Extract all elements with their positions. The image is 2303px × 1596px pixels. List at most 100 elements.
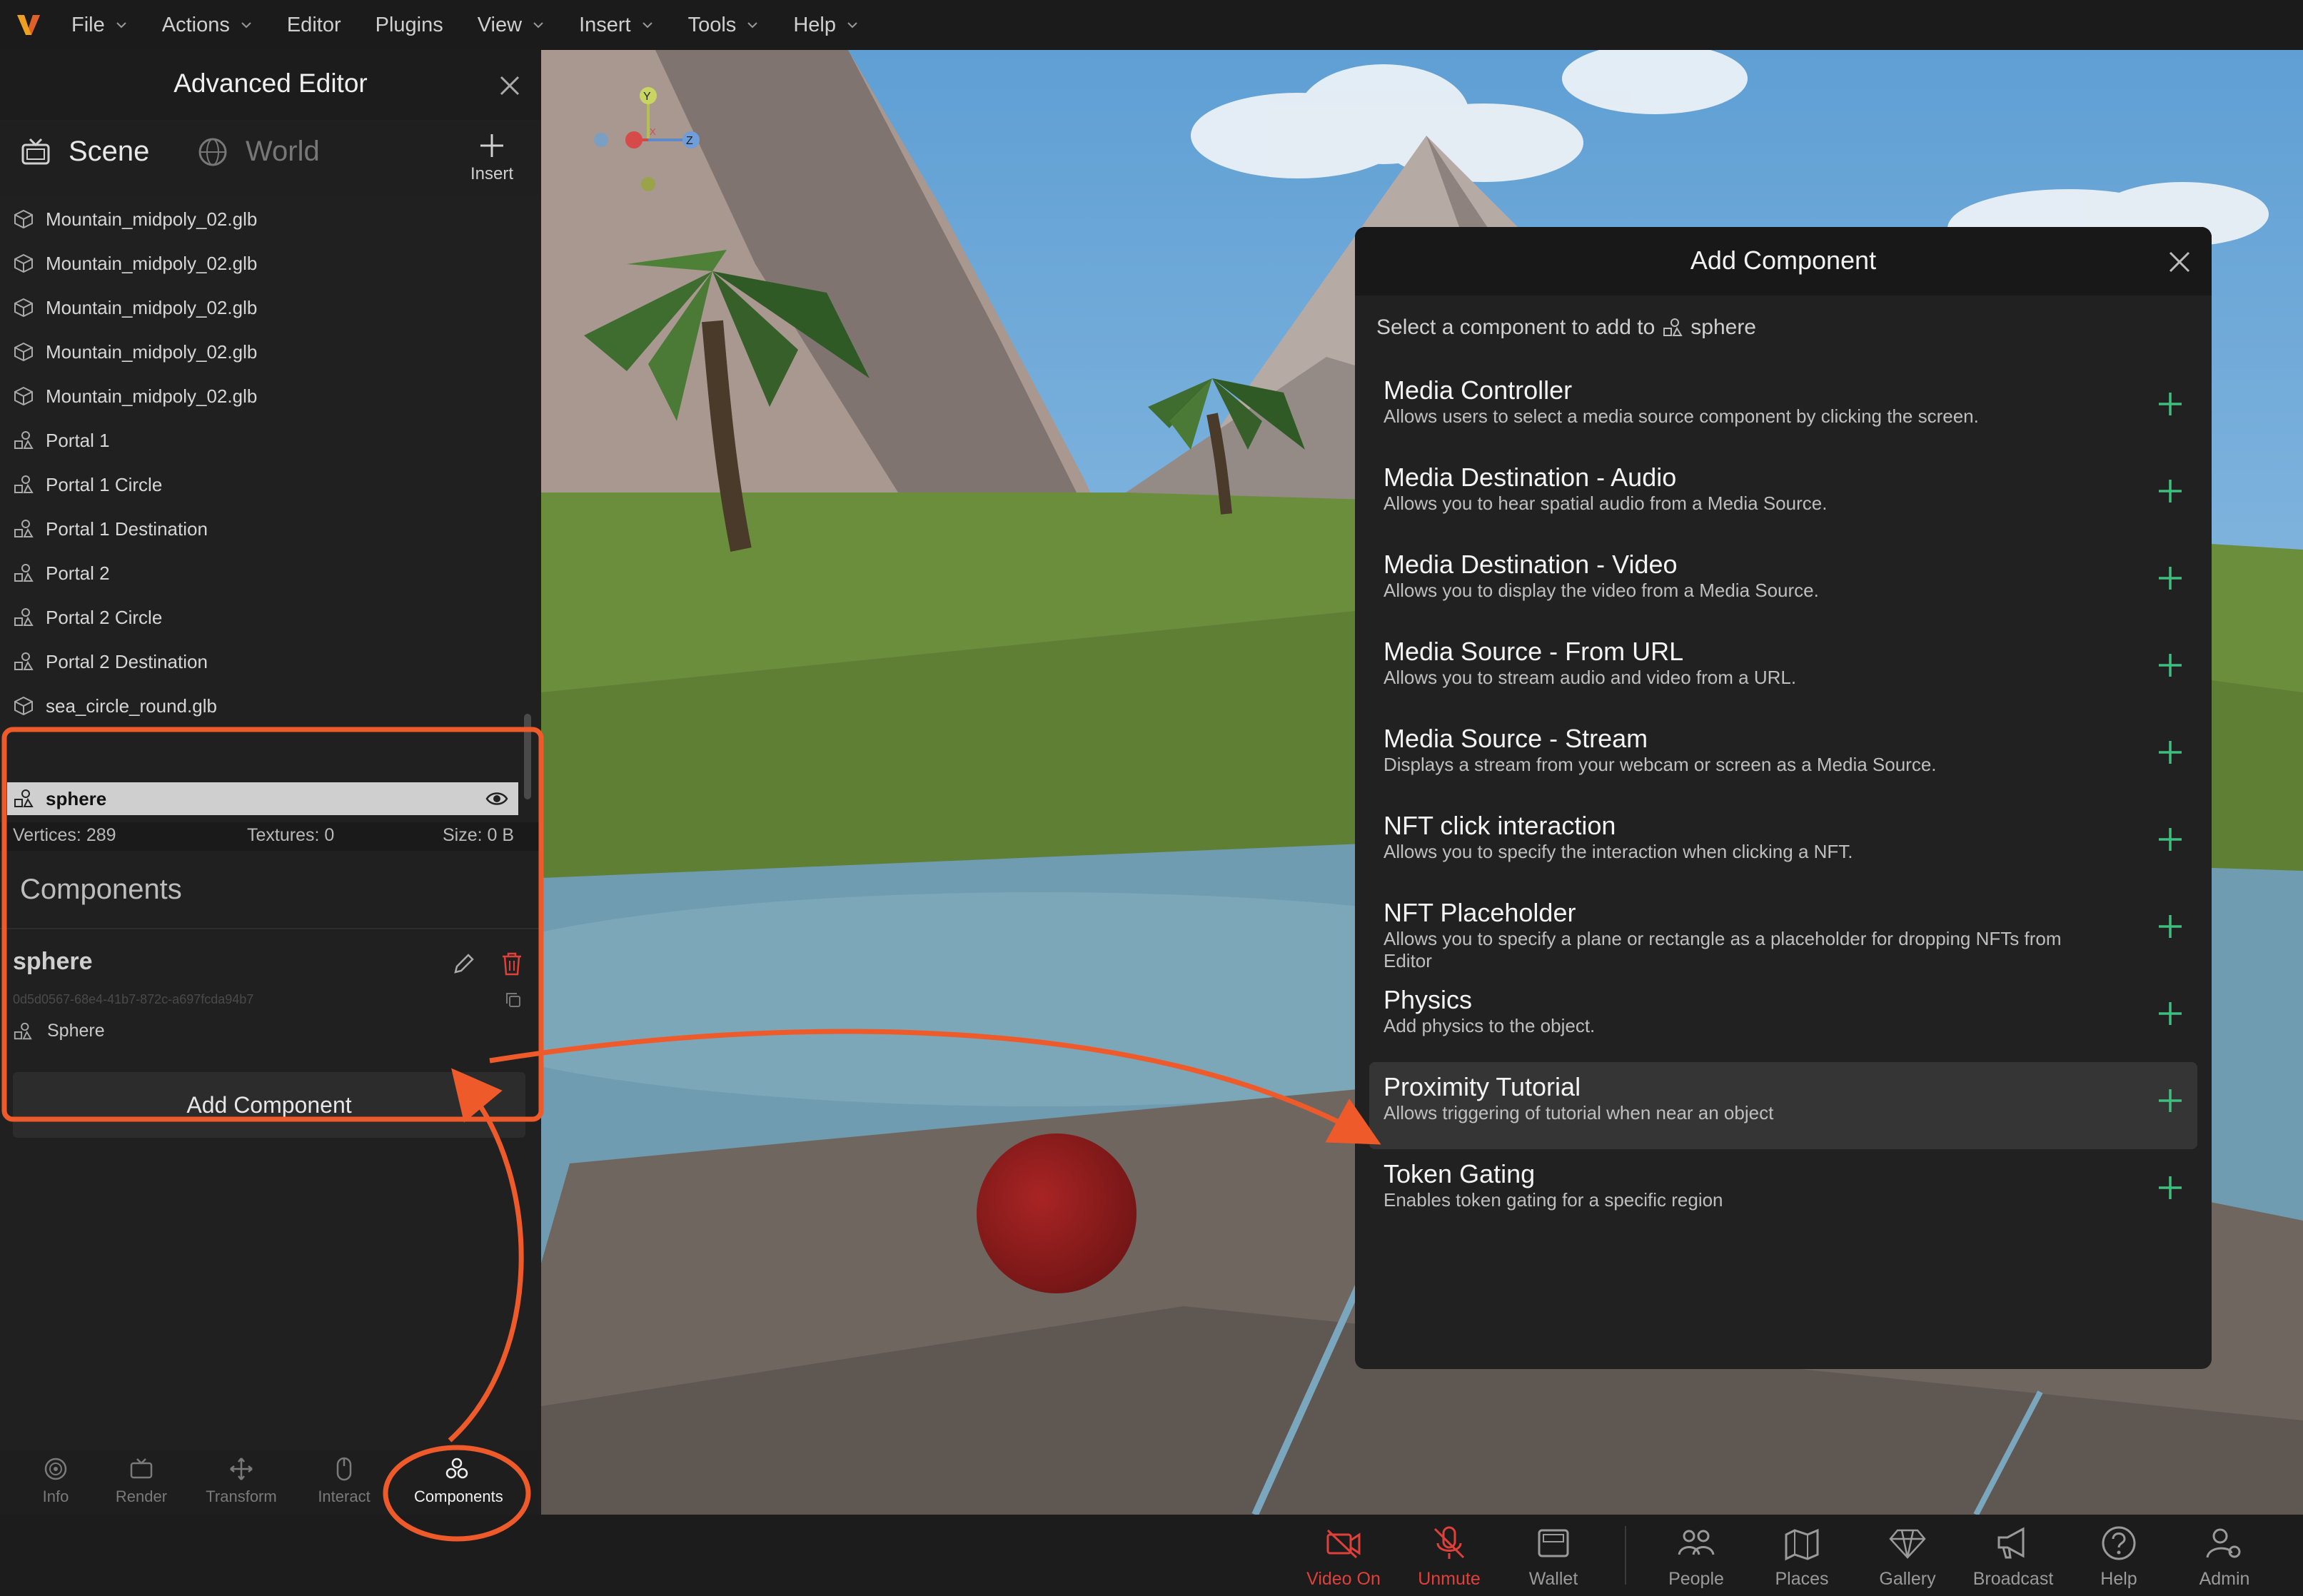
tree-item[interactable]: Mountain_midpoly_02.glb <box>0 374 521 418</box>
tree-item-selected[interactable]: sphere <box>7 782 518 815</box>
tab-render[interactable]: Render <box>99 1456 184 1506</box>
cube-icon <box>14 298 33 318</box>
tree-item[interactable]: Mountain_midpoly_02.glb <box>0 197 521 241</box>
component-option-title: Media Source - Stream <box>1384 724 1648 753</box>
plus-icon[interactable] <box>2156 999 2184 1028</box>
tree-item[interactable]: Portal 1 <box>0 418 521 463</box>
component-option[interactable]: NFT click interaction Allows you to speci… <box>1369 801 2197 888</box>
panel-header: Advanced Editor <box>0 50 541 120</box>
shapes-icon <box>14 789 34 807</box>
shapes-icon <box>14 608 34 626</box>
menu-editor[interactable]: Editor <box>287 14 341 37</box>
component-option-desc: Allows you to display the video from a M… <box>1384 580 1819 601</box>
plus-icon[interactable] <box>2156 1086 2184 1115</box>
shapes-icon <box>14 1022 32 1039</box>
people-button[interactable]: People <box>1646 1525 1746 1590</box>
pencil-icon[interactable] <box>451 951 477 976</box>
component-option[interactable]: Media Source - Stream Displays a stream f… <box>1369 714 2197 801</box>
tab-world[interactable]: World <box>197 136 320 168</box>
component-name: sphere <box>13 948 93 975</box>
broadcast-button[interactable]: Broadcast <box>1963 1525 2063 1590</box>
tree-item[interactable]: Portal 2 Circle <box>0 595 521 640</box>
shapes-icon <box>14 652 34 670</box>
tree-item-label: Mountain_midpoly_02.glb <box>46 208 258 230</box>
tab-info[interactable]: Info <box>13 1456 99 1506</box>
component-option[interactable]: Physics Add physics to the object. <box>1369 975 2197 1062</box>
panel-tabs: Scene World Insert <box>0 121 541 196</box>
plus-icon[interactable] <box>2156 390 2184 418</box>
component-option[interactable]: Media Source - From URL Allows you to str… <box>1369 627 2197 714</box>
component-option-title: NFT Placeholder <box>1384 898 1576 927</box>
plus-icon[interactable] <box>2156 912 2184 941</box>
places-button[interactable]: Places <box>1752 1525 1852 1590</box>
close-icon[interactable] <box>495 71 524 100</box>
menu-actions[interactable]: Actions <box>162 14 253 37</box>
eye-icon[interactable] <box>485 788 508 809</box>
trash-icon[interactable] <box>500 951 524 976</box>
plus-icon[interactable] <box>2156 651 2184 680</box>
component-option[interactable]: Media Controller Allows users to select a… <box>1369 365 2197 453</box>
wallet-icon <box>1538 1529 1569 1557</box>
component-option-title: Media Controller <box>1384 375 1573 405</box>
tree-item[interactable]: Portal 1 Destination <box>0 507 521 551</box>
tree-scrollbar[interactable] <box>524 714 531 799</box>
plus-icon[interactable] <box>2156 825 2184 854</box>
component-option[interactable]: Token Gating Enables token gating for a s… <box>1369 1149 2197 1236</box>
tree-item[interactable]: Mountain_midpoly_02.glb <box>0 330 521 374</box>
tree-item[interactable]: Portal 2 <box>0 551 521 595</box>
chevron-down-icon <box>747 22 758 29</box>
tree-item[interactable]: sea_circle_round.glb <box>0 684 521 728</box>
component-option-title: Media Destination - Video <box>1384 550 1678 579</box>
video-toggle-button[interactable]: Video On <box>1294 1525 1394 1590</box>
chevron-down-icon <box>116 22 126 29</box>
tab-transform[interactable]: Transform <box>198 1456 284 1506</box>
menu-view[interactable]: View <box>478 14 545 37</box>
cube-icon <box>14 209 33 229</box>
v-logo-icon[interactable] <box>14 11 43 39</box>
component-type: Sphere <box>13 1021 105 1041</box>
move-icon <box>230 1458 253 1480</box>
red-sphere[interactable] <box>977 1133 1137 1293</box>
mesh-stats: Vertices: 289 Textures: 0 Size: 0 B <box>0 822 541 851</box>
tree-item[interactable]: Mountain_midpoly_02.glb <box>0 286 521 330</box>
plus-icon[interactable] <box>2156 738 2184 767</box>
copy-icon[interactable] <box>504 991 523 1009</box>
plus-icon[interactable] <box>2156 1173 2184 1202</box>
shapes-icon <box>14 564 34 582</box>
tree-item[interactable]: Mountain_midpoly_02.glb <box>0 241 521 286</box>
menu-insert[interactable]: Insert <box>579 14 654 37</box>
help-button[interactable]: Help <box>2069 1525 2169 1590</box>
add-component-button[interactable]: Add Component <box>13 1072 525 1138</box>
cube-icon <box>14 342 33 362</box>
component-option[interactable]: Media Destination - Audio Allows you to h… <box>1369 453 2197 540</box>
plus-icon[interactable] <box>2156 477 2184 505</box>
modal-subtitle: Select a component to add to sphere <box>1376 315 1756 339</box>
menu-plugins[interactable]: Plugins <box>376 14 443 37</box>
menu-tools[interactable]: Tools <box>688 14 760 37</box>
component-option[interactable]: Proximity Tutorial Allows triggering of t… <box>1369 1062 2197 1149</box>
component-option-desc: Displays a stream from your webcam or sc… <box>1384 754 1937 775</box>
component-option[interactable]: Media Destination - Video Allows you to d… <box>1369 540 2197 627</box>
admin-button[interactable]: Admin <box>2175 1525 2274 1590</box>
component-option[interactable]: NFT Placeholder Allows you to specify a p… <box>1369 888 2197 975</box>
plus-icon[interactable] <box>2156 564 2184 592</box>
menu-help[interactable]: Help <box>793 14 859 37</box>
gallery-button[interactable]: Gallery <box>1858 1525 1957 1590</box>
vertices-count: Vertices: 289 <box>13 825 116 845</box>
wallet-button[interactable]: Wallet <box>1503 1525 1603 1590</box>
insert-button[interactable]: Insert <box>460 131 524 184</box>
admin-icon <box>2206 1528 2241 1558</box>
divider <box>1625 1526 1626 1585</box>
tree-item[interactable]: Portal 2 Destination <box>0 640 521 684</box>
close-icon[interactable] <box>2167 250 2192 274</box>
tab-interact[interactable]: Interact <box>301 1456 387 1506</box>
unmute-button[interactable]: Unmute <box>1399 1525 1499 1590</box>
tree-item-label: Portal 2 <box>46 562 110 584</box>
tab-components[interactable]: Components <box>414 1456 503 1506</box>
tree-item[interactable]: Portal 1 Circle <box>0 463 521 507</box>
chevron-down-icon <box>642 22 652 29</box>
divider <box>0 928 541 929</box>
tab-scene[interactable]: Scene <box>20 136 149 168</box>
menu-file[interactable]: File <box>71 14 128 37</box>
svg-text:X: X <box>650 126 656 137</box>
